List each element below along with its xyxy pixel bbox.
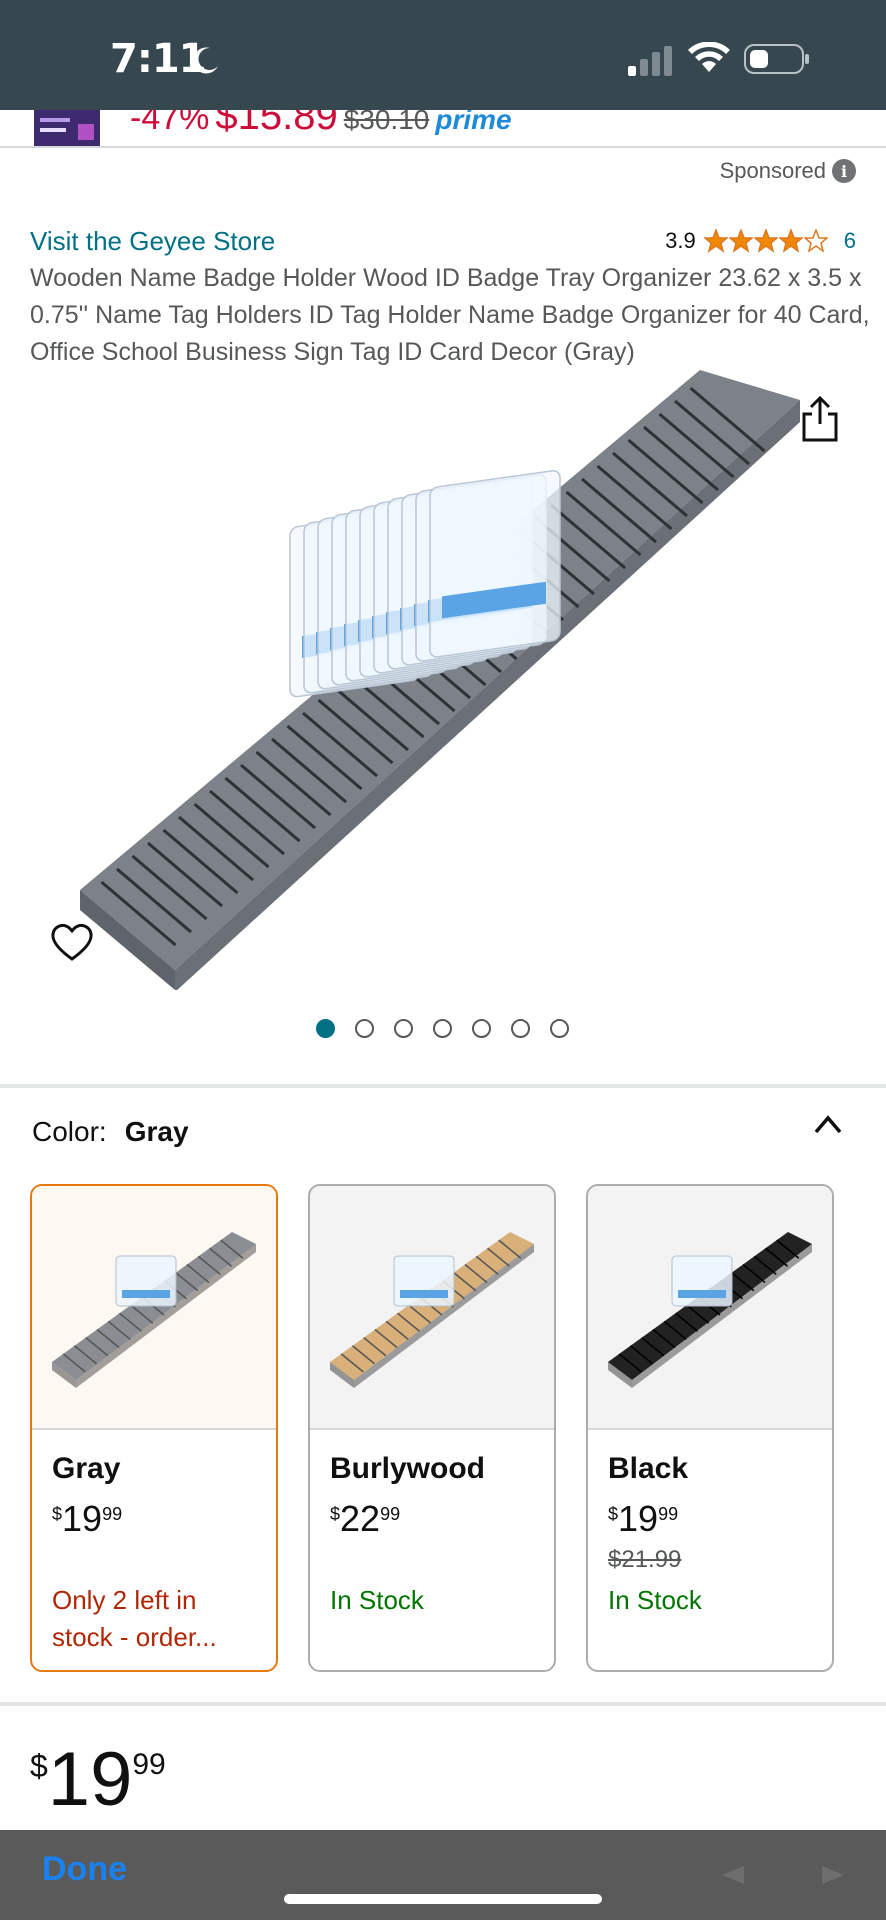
carousel-dot[interactable] xyxy=(511,1019,530,1038)
section-divider xyxy=(0,1702,886,1706)
swatch-price-currency: $ xyxy=(330,1504,341,1524)
swatch-image xyxy=(588,1186,832,1430)
carousel-dot[interactable] xyxy=(355,1019,374,1038)
star-empty-icon xyxy=(803,229,828,253)
price-currency: $ xyxy=(30,1748,48,1784)
swatch-name: Black xyxy=(608,1452,689,1485)
color-value: Gray xyxy=(124,1116,189,1147)
cellular-signal-icon xyxy=(628,46,672,76)
carousel-dot[interactable] xyxy=(316,1019,335,1038)
browser-toolbar: Done xyxy=(0,1830,886,1920)
wifi-icon xyxy=(688,42,730,72)
swatch-price-whole: 19 xyxy=(62,1498,103,1539)
swatch-price-whole: 22 xyxy=(340,1498,381,1539)
swatch-price-fraction: 99 xyxy=(102,1504,123,1524)
star-partial-icon xyxy=(778,229,803,253)
swatch-price-currency: $ xyxy=(608,1504,619,1524)
product-image[interactable] xyxy=(60,370,820,990)
heart-icon[interactable] xyxy=(50,922,94,962)
color-label: Color: xyxy=(32,1116,107,1147)
info-icon[interactable]: i xyxy=(832,159,856,183)
star-full-icon xyxy=(753,229,778,253)
carousel-dot[interactable] xyxy=(394,1019,413,1038)
home-indicator xyxy=(284,1894,602,1904)
ad-discount: -47% xyxy=(130,110,210,137)
color-swatch-burlywood[interactable]: Burlywood $22 99 In Stock xyxy=(308,1184,556,1672)
image-carousel-dots[interactable] xyxy=(316,1019,569,1038)
swatch-price-fraction: 99 xyxy=(658,1504,679,1524)
section-divider xyxy=(0,1084,886,1088)
swatch-stock-status: In Stock xyxy=(608,1585,702,1615)
price-fraction: 99 xyxy=(132,1748,166,1781)
status-bar: 7:11 xyxy=(0,0,886,110)
carousel-dot[interactable] xyxy=(550,1019,569,1038)
sponsored-label[interactable]: Sponsored i xyxy=(720,158,856,184)
swatch-stock-status: In Stock xyxy=(330,1585,424,1615)
color-swatch-gray[interactable]: Gray $19 99 Only 2 left in stock - order... xyxy=(30,1184,278,1672)
price-whole: 19 xyxy=(47,1737,133,1822)
done-button[interactable]: Done xyxy=(42,1850,127,1889)
swatch-price-whole: 19 xyxy=(618,1498,659,1539)
prime-badge: prime xyxy=(435,110,512,135)
rating-value: 3.9 xyxy=(665,228,696,253)
swatch-stock-status: Only 2 left in stock - order... xyxy=(52,1585,217,1652)
previous-arrow-icon[interactable] xyxy=(720,1864,746,1886)
swatch-was-price: $21.99 xyxy=(608,1546,682,1573)
star-full-icon xyxy=(728,229,753,253)
color-swatches: Gray $19 99 Only 2 left in stock - order...… xyxy=(30,1184,834,1672)
color-swatch-black[interactable]: Black $19 99 $21.99 In Stock xyxy=(586,1184,834,1672)
swatch-price: $22 99 xyxy=(330,1500,400,1538)
carousel-dot[interactable] xyxy=(472,1019,491,1038)
swatch-price-currency: $ xyxy=(52,1504,63,1524)
next-arrow-icon[interactable] xyxy=(820,1864,846,1886)
share-icon[interactable] xyxy=(800,396,840,442)
ad-product-thumbnail[interactable] xyxy=(34,110,100,146)
battery-icon xyxy=(744,44,809,74)
chevron-up-icon[interactable] xyxy=(812,1112,844,1136)
carousel-dot[interactable] xyxy=(433,1019,452,1038)
product-title: Wooden Name Badge Holder Wood ID Badge T… xyxy=(30,264,870,366)
star-full-icon xyxy=(703,229,728,253)
ad-price: $15.89 xyxy=(215,110,338,138)
swatch-price-fraction: 99 xyxy=(380,1504,401,1524)
swatch-name: Burlywood xyxy=(330,1452,485,1485)
product-price: $ 19 99 xyxy=(30,1740,166,1820)
sponsored-ad-strip[interactable]: -47% $15.89 $30.10 prime xyxy=(0,110,886,148)
swatch-name: Gray xyxy=(52,1452,121,1485)
rating-summary[interactable]: 3.9 6 xyxy=(665,228,856,254)
swatch-price: $19 99 xyxy=(52,1500,122,1538)
swatch-price: $19 99 xyxy=(608,1500,678,1538)
ad-was-price: $30.10 xyxy=(343,110,430,135)
rating-count[interactable]: 6 xyxy=(844,228,856,254)
sponsored-text: Sponsored xyxy=(719,158,826,183)
visit-store-link[interactable]: Visit the Geyee Store xyxy=(30,226,275,257)
moon-icon xyxy=(193,47,218,74)
color-selector-label[interactable]: Color: Gray xyxy=(32,1116,189,1148)
star-rating xyxy=(703,229,828,253)
swatch-image xyxy=(32,1186,276,1430)
ad-price-line: -47% $15.89 $30.10 prime xyxy=(130,110,512,139)
swatch-image xyxy=(310,1186,554,1430)
